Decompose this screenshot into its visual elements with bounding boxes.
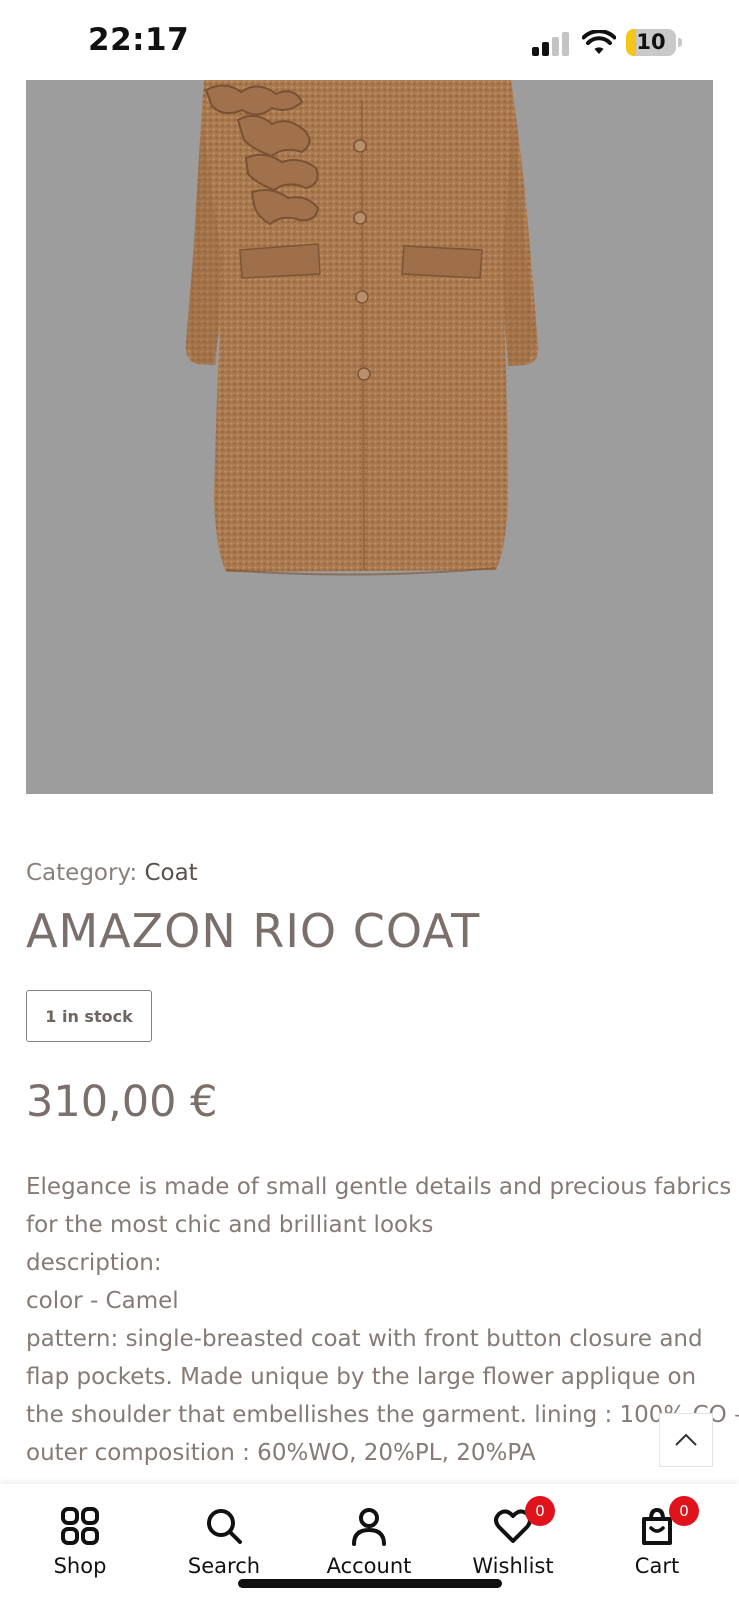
wishlist-count-badge: 0 [525, 1496, 555, 1526]
category-label: Category: [26, 860, 138, 886]
nav-label: Shop [53, 1554, 107, 1578]
description-line: Elegance is made of small gentle details… [26, 1174, 732, 1200]
product-price: 310,00 € [26, 1077, 218, 1127]
nav-item-cart[interactable]: 0 Cart [597, 1484, 717, 1600]
coat-illustration [185, 80, 539, 576]
description-line: for the most chic and brilliant looks [26, 1212, 434, 1238]
stock-badge: 1 in stock [26, 990, 152, 1042]
scroll-to-top-button[interactable] [659, 1413, 713, 1467]
description-line: flap pockets. Made unique by the large f… [26, 1364, 697, 1390]
status-bar: 22:17 10 [0, 0, 739, 80]
nav-label: Account [326, 1554, 412, 1578]
description-line: pattern: single-breasted coat with front… [26, 1326, 703, 1352]
description-line: the shoulder that embellishes the garmen… [26, 1402, 739, 1428]
wifi-icon [581, 29, 617, 56]
battery-icon: 10 [626, 29, 682, 56]
product-category: Category: Coat [26, 860, 198, 886]
status-time: 22:17 [88, 22, 190, 58]
battery-level-text: 10 [636, 30, 666, 54]
description-line: outer composition : 60%WO, 20%PL, 20%PA [26, 1440, 536, 1466]
description-line: color - Camel [26, 1288, 179, 1314]
cellular-signal-icon [532, 32, 572, 56]
search-icon [207, 1509, 242, 1544]
product-description: Elegance is made of small gentle details… [26, 1168, 739, 1472]
nav-label: Cart [634, 1554, 680, 1578]
nav-label: Search [187, 1554, 261, 1578]
product-image[interactable] [26, 80, 713, 794]
description-line: description: [26, 1250, 162, 1276]
home-indicator [238, 1579, 502, 1588]
chevron-up-icon [675, 1433, 697, 1446]
nav-item-shop[interactable]: Shop [20, 1484, 140, 1600]
grid-icon [61, 1507, 99, 1545]
category-link[interactable]: Coat [144, 860, 197, 886]
cart-count-badge: 0 [669, 1496, 699, 1526]
product-title: AMAZON RIO COAT [26, 904, 481, 958]
nav-label: Wishlist [472, 1554, 554, 1578]
user-icon [352, 1508, 386, 1546]
